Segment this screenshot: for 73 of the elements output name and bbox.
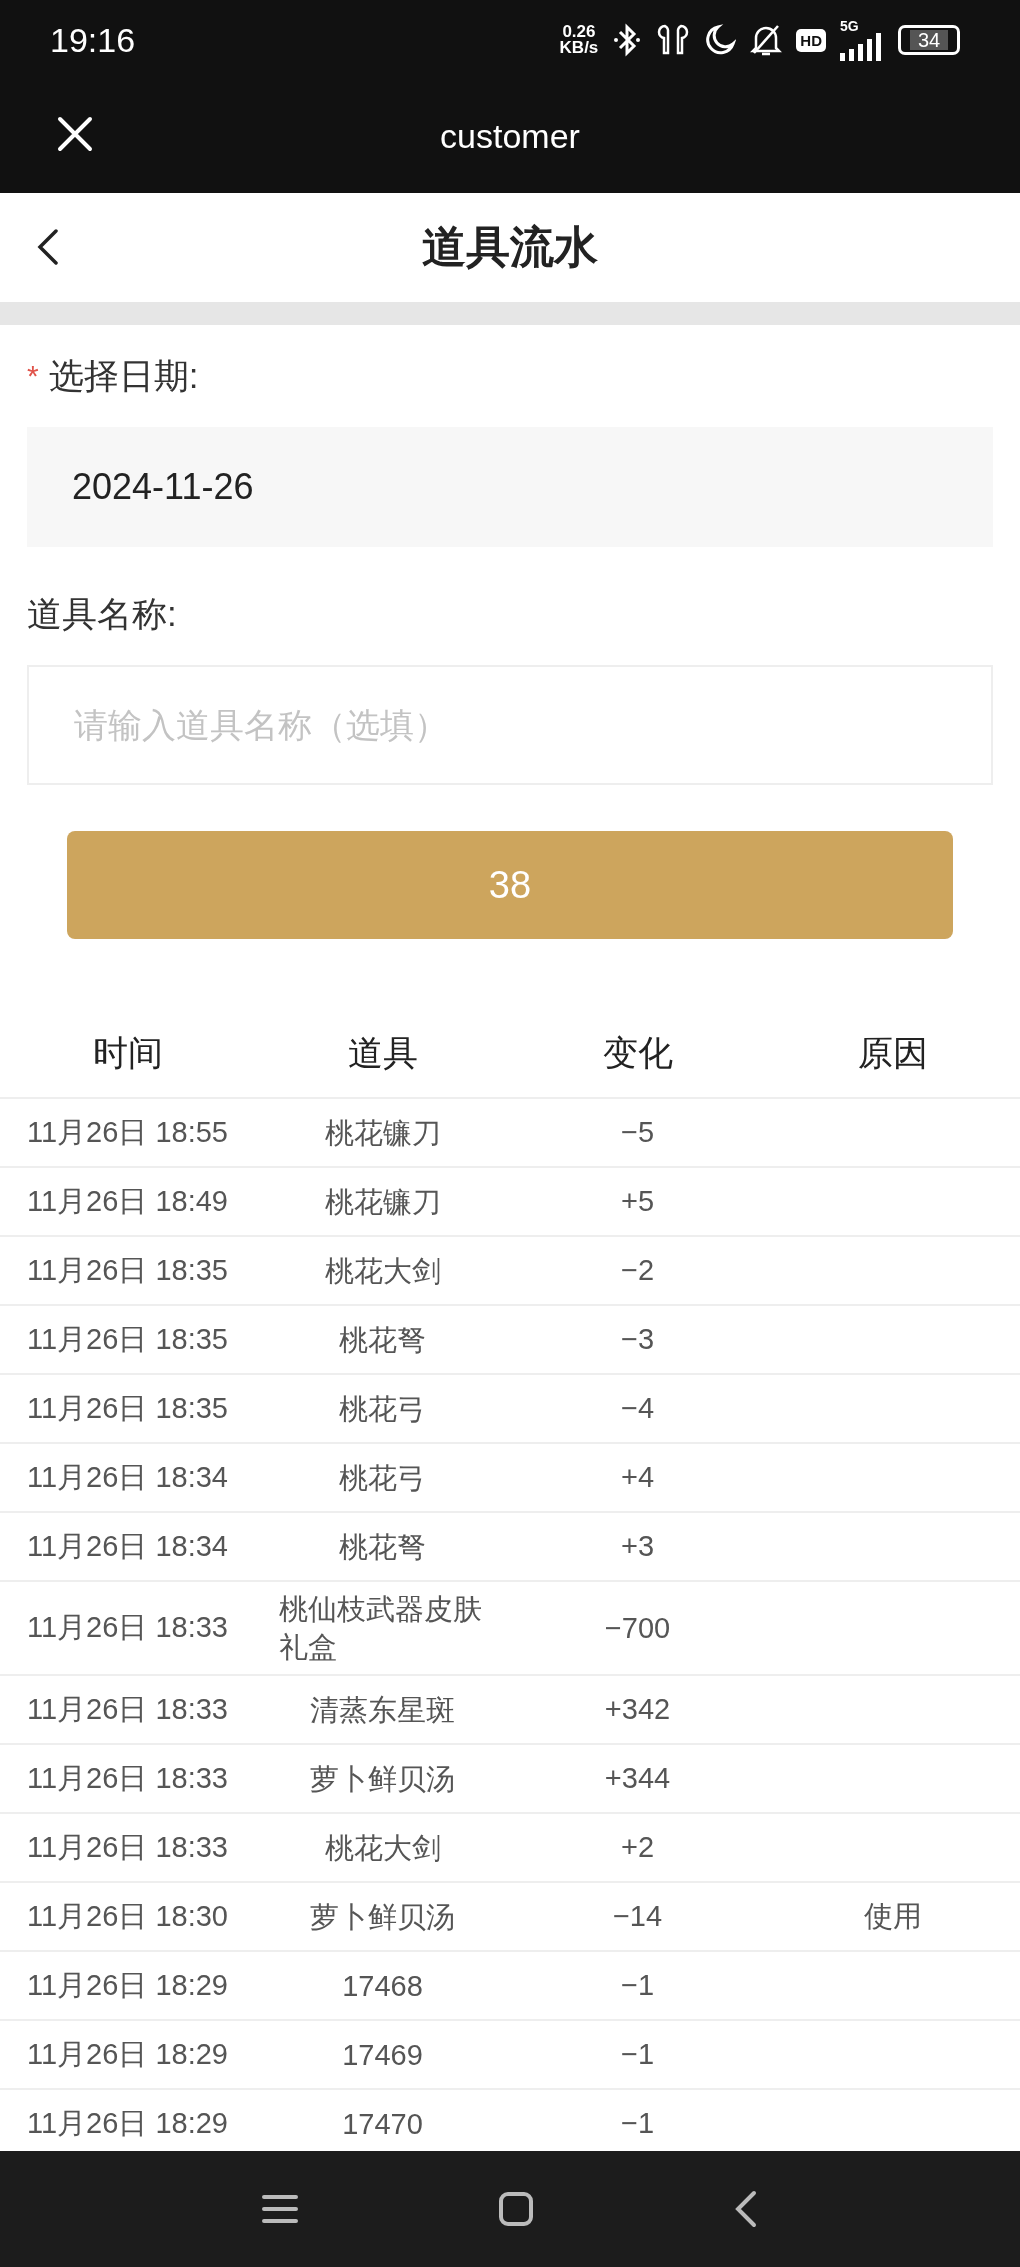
- column-header: 变化: [601, 1031, 674, 1074]
- item-cell-text: 桃仙枝武器皮肤礼盒: [279, 1592, 483, 1665]
- change-cell: +2: [620, 1831, 655, 1863]
- time-cell: 11月26日 18:35: [27, 1322, 228, 1355]
- muted-bell-icon: [750, 23, 783, 57]
- time-cell: 11月26日 18:33: [27, 1830, 228, 1863]
- change-cell: −700: [604, 1611, 671, 1644]
- change-cell: +344: [604, 1762, 671, 1794]
- back-icon[interactable]: [734, 2190, 758, 2228]
- time-cell: 11月26日 18:35: [27, 1253, 228, 1286]
- item-cell-text: 萝卜鲜贝汤: [310, 1899, 455, 1935]
- item-cell-text: 17468: [342, 1968, 423, 2004]
- column-header: 原因: [856, 1031, 929, 1074]
- item-cell-text: 17469: [342, 2037, 423, 2073]
- change-cell: −2: [620, 1254, 655, 1286]
- time-cell: 11月26日 18:34: [27, 1460, 228, 1493]
- time-cell: 11月26日 18:29: [27, 2037, 228, 2070]
- moon-icon: [704, 24, 737, 56]
- reason-cell: 使用: [863, 1899, 922, 1932]
- item-name-field[interactable]: 请输入道具名称（选填）: [27, 665, 993, 785]
- change-cell: −3: [620, 1323, 655, 1355]
- bluetooth-icon: [612, 22, 643, 58]
- change-cell: −4: [620, 1392, 655, 1424]
- item-cell-text: 桃花大剑: [324, 1253, 441, 1289]
- time-cell: 11月26日 18:33: [27, 1692, 228, 1725]
- change-cell: +5: [620, 1185, 655, 1217]
- time-cell: 11月26日 18:29: [27, 1968, 228, 2001]
- change-cell: +4: [620, 1461, 655, 1493]
- time-cell: 11月26日 18:29: [27, 2106, 228, 2139]
- earbuds-icon: [656, 23, 691, 57]
- item-cell-text: 清蒸东星斑: [310, 1692, 455, 1728]
- change-cell: −5: [620, 1116, 655, 1148]
- page-title: 道具流水: [422, 221, 598, 273]
- battery-level: 34: [909, 30, 949, 50]
- required-mark: *: [27, 359, 39, 393]
- menu-icon[interactable]: [262, 2193, 298, 2225]
- item-cell-text: 桃花镰刀: [324, 1115, 441, 1151]
- change-cell: +342: [604, 1693, 671, 1725]
- back-icon[interactable]: [36, 227, 60, 267]
- hd-badge: HD: [796, 28, 826, 52]
- date-field[interactable]: 2024-11-26: [27, 427, 993, 547]
- item-cell-text: 桃花镰刀: [324, 1184, 441, 1220]
- time-cell: 11月26日 18:30: [27, 1899, 228, 1932]
- change-cell: −14: [612, 1900, 663, 1932]
- date-label: 选择日期:: [48, 354, 199, 397]
- item-cell-text: 桃花弩: [339, 1529, 426, 1565]
- close-icon[interactable]: [56, 115, 94, 153]
- app-title: customer: [440, 117, 580, 156]
- item-name-label: 道具名称:: [27, 592, 177, 635]
- item-cell-text: 17470: [342, 2106, 423, 2142]
- change-cell: −1: [620, 2038, 655, 2070]
- home-icon[interactable]: [498, 2191, 534, 2227]
- status-time: 19:16: [50, 20, 136, 60]
- item-cell-text: 桃花弓: [339, 1391, 426, 1427]
- signal-icon: [840, 32, 884, 61]
- item-cell-text: 萝卜鲜贝汤: [310, 1761, 455, 1797]
- change-cell: −1: [620, 2107, 655, 2139]
- change-cell: −1: [620, 1969, 655, 2001]
- time-cell: 11月26日 18:34: [27, 1529, 228, 1562]
- column-header: 时间: [91, 1031, 164, 1074]
- time-cell: 11月26日 18:55: [27, 1115, 228, 1148]
- time-cell: 11月26日 18:33: [27, 1761, 228, 1794]
- time-cell: 11月26日 18:33: [27, 1611, 228, 1643]
- column-header: 道具: [346, 1031, 419, 1074]
- time-cell: 11月26日 18:35: [27, 1391, 228, 1424]
- item-cell-text: 桃花弩: [339, 1322, 426, 1358]
- item-cell-text: 桃花弓: [339, 1460, 426, 1496]
- change-cell: +3: [620, 1530, 655, 1562]
- network-speed: 0.26: [562, 24, 596, 40]
- time-cell: 11月26日 18:49: [27, 1184, 228, 1217]
- network-type: 5G: [840, 19, 859, 33]
- item-cell-text: 桃花大剑: [324, 1830, 441, 1866]
- network-speed-unit: KB/s: [559, 40, 599, 56]
